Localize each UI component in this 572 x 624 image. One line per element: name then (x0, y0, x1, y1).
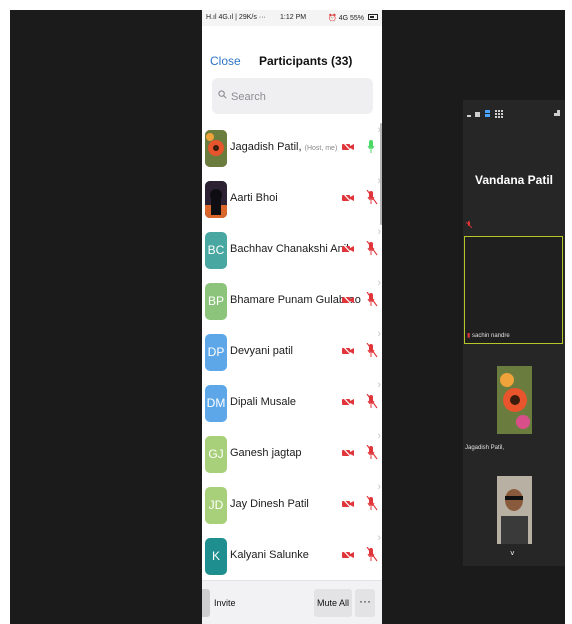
active-speaker-name: Vandana Patil (474, 173, 554, 187)
muted-mic-icon (366, 496, 378, 511)
participant-row[interactable]: DP Devyani patil › (202, 326, 382, 377)
chevron-down-icon[interactable]: ˅ (510, 549, 515, 558)
chevron-right-icon: › (377, 226, 381, 238)
muted-mic-icon (366, 241, 378, 256)
muted-mic-icon (366, 343, 378, 358)
battery-icon (368, 14, 378, 20)
search-placeholder: Search (231, 91, 266, 103)
collapse-tab[interactable] (202, 589, 210, 617)
invite-button[interactable]: Invite (214, 590, 236, 616)
video-off-icon (342, 243, 354, 255)
video-off-icon (342, 192, 354, 204)
avatar (205, 181, 227, 218)
status-time: 1:12 PM (280, 14, 307, 21)
video-off-icon (342, 345, 354, 357)
muted-mic-icon (366, 292, 378, 307)
participant-name-text: Kalyani Salunke (230, 549, 309, 561)
participant-name-text: Jay Dinesh Patil (230, 498, 309, 510)
muted-mic-icon (466, 221, 472, 229)
participant-name-text: Dipali Musale (230, 396, 297, 408)
participants-header: Close Participants (33) (202, 26, 382, 76)
participant-name-text: Jagadish Patil, (230, 141, 302, 153)
participants-screen: H.ıl 4G.ıl | 29K/s ··· 1:12 PM ⏰ 4G 55% … (202, 10, 382, 624)
chevron-right-icon: › (377, 328, 381, 340)
muted-mic-icon (366, 190, 378, 205)
video-off-icon (342, 498, 354, 510)
status-bar: H.ıl 4G.ıl | 29K/s ··· 1:12 PM ⏰ 4G 55% (202, 10, 382, 26)
search-icon (218, 90, 227, 99)
search-input[interactable]: Search (212, 78, 373, 114)
participant-name: Kalyani Salunke (230, 549, 309, 561)
participant-row[interactable]: Aarti Bhoi› (202, 173, 382, 224)
chevron-right-icon: › (377, 379, 381, 391)
participant-row[interactable]: BC Bachhav Chanakshi Anil › (202, 224, 382, 275)
gallery-toolbar (467, 110, 560, 118)
participant-name-text: Aarti Bhoi (230, 192, 278, 204)
close-button[interactable]: Close (210, 54, 241, 68)
chevron-right-icon: › (377, 532, 381, 544)
participant-name: Jagadish Patil, (Host, me) (230, 141, 337, 153)
muted-mic-icon (366, 445, 378, 460)
video-off-icon (342, 447, 354, 459)
participant-row[interactable]: JD Jay Dinesh Patil › (202, 479, 382, 530)
avatar: DM (205, 385, 227, 422)
muted-mic-icon: ▮ (467, 333, 471, 339)
video-off-icon (342, 549, 354, 561)
avatar: DP (205, 334, 227, 371)
participant-row[interactable]: GJ Ganesh jagtap › (202, 428, 382, 479)
participant-name-text: Ganesh jagtap (230, 447, 302, 459)
participant-name: Jay Dinesh Patil (230, 498, 309, 510)
chevron-right-icon: › (377, 430, 381, 442)
microphone-icon (367, 140, 375, 153)
muted-mic-icon (366, 394, 378, 409)
participant-name: Bachhav Chanakshi Anil (230, 243, 349, 255)
participant-row[interactable]: DM Dipali Musale › (202, 377, 382, 428)
avatar: JD (205, 487, 227, 524)
video-off-icon (342, 396, 354, 408)
list-scrollbar[interactable] (380, 123, 382, 225)
muted-mic-icon (366, 547, 378, 562)
participant-photo-tile[interactable] (497, 366, 532, 434)
participant-row[interactable]: K Kalyani Salunke › (202, 530, 382, 581)
page-title: Participants (33) (259, 54, 353, 68)
video-gallery-panel: Vandana Patil ▮ sachin nandre Jagadish P… (463, 100, 565, 566)
video-off-icon (342, 294, 354, 306)
tile-participant-name: sachin nandre (471, 333, 510, 339)
more-options-button[interactable]: ··· (355, 589, 375, 617)
bottom-toolbar: Invite Mute All ··· (202, 580, 382, 624)
signal-indicator: H.ıl 4G.ıl | 29K/s ··· (206, 14, 266, 21)
participant-name: Aarti Bhoi (230, 192, 278, 204)
photo-tile-name: Jagadish Patil, (465, 445, 505, 451)
host-tag: (Host, me) (304, 145, 338, 152)
active-video-tile[interactable]: ▮ sachin nandre (464, 236, 563, 344)
participant-name-text: Bachhav Chanakshi Anil (230, 243, 349, 255)
video-off-icon (342, 141, 354, 153)
participant-name-text: Devyani patil (230, 345, 293, 357)
avatar: BC (205, 232, 227, 269)
participant-row[interactable]: Jagadish Patil, (Host, me)› (202, 122, 382, 173)
participant-name: Ganesh jagtap (230, 447, 302, 459)
avatar: K (205, 538, 227, 575)
participant-name: Dipali Musale (230, 396, 296, 408)
participant-row[interactable]: BP Bhamare Punam Gulabrao › (202, 275, 382, 326)
mute-all-button[interactable]: Mute All (314, 589, 352, 617)
chevron-right-icon: › (377, 481, 381, 493)
chevron-right-icon: › (377, 277, 381, 289)
battery-status: ⏰ 4G 55% (328, 15, 364, 22)
avatar (205, 130, 227, 167)
avatar: GJ (205, 436, 227, 473)
flower-photo (497, 366, 532, 434)
participant-photo-tile[interactable] (497, 476, 532, 544)
person-photo (497, 476, 532, 544)
avatar: BP (205, 283, 227, 320)
participant-name: Devyani patil (230, 345, 293, 357)
